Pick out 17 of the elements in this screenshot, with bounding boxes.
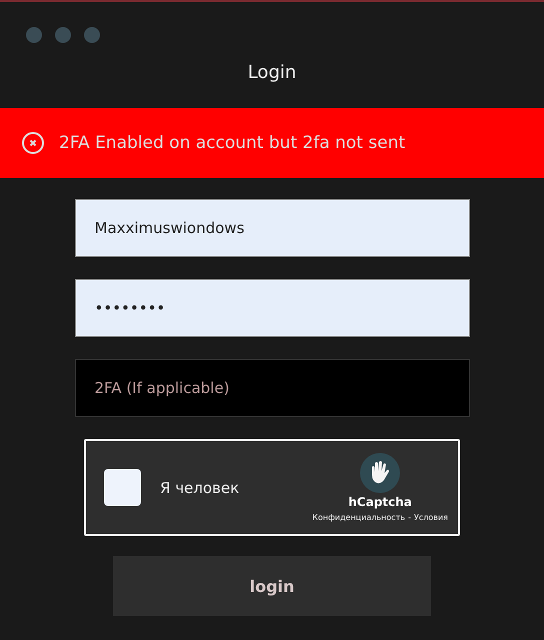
error-message: 2FA Enabled on account but 2fa not sent	[59, 133, 406, 153]
terms-link[interactable]: Условия	[414, 513, 448, 522]
window-title: Login	[246, 62, 298, 85]
checkbox[interactable]	[104, 469, 141, 506]
window-control-dot[interactable]	[84, 27, 100, 43]
login-button[interactable]: login	[113, 556, 431, 616]
hand-icon	[360, 453, 400, 493]
window-control-dot[interactable]	[26, 27, 42, 43]
window-control-dot[interactable]	[55, 27, 71, 43]
error-icon	[21, 131, 45, 155]
checkbox-label: Я человек	[160, 478, 240, 496]
input-field[interactable]: Maxximuswiondows	[74, 199, 470, 257]
input-field[interactable]: ••••••••	[74, 279, 470, 337]
privacy-link[interactable]: Конфиденциальность	[312, 513, 406, 522]
link-separator: -	[408, 513, 411, 522]
brand-name: hCaptcha	[348, 495, 412, 509]
input-field[interactable]: 2FA (If applicable)	[74, 359, 470, 417]
